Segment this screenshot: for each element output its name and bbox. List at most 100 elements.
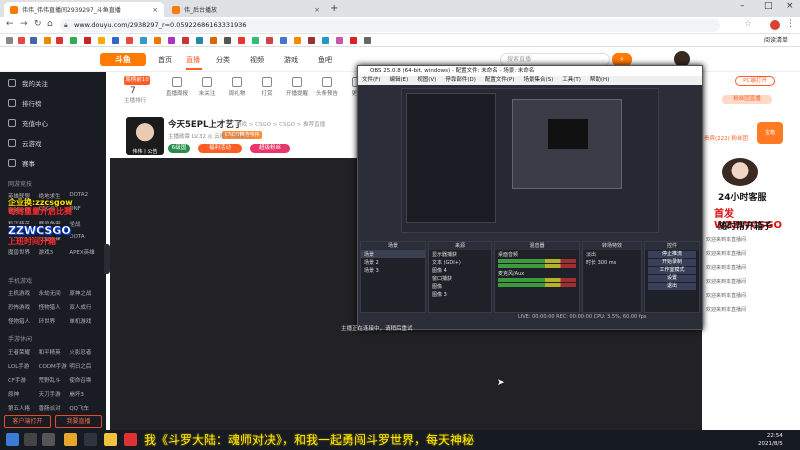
bookmark-icon[interactable] xyxy=(266,37,273,44)
game-link[interactable]: 火影忍者 xyxy=(69,348,100,356)
obs-menu-help[interactable]: 帮助(H) xyxy=(590,76,609,85)
obs-menu-docks[interactable]: 停靠部件(D) xyxy=(445,76,476,85)
bookmark-icon[interactable] xyxy=(154,37,161,44)
game-link[interactable]: 游戏3 xyxy=(39,248,70,256)
chrome-icon[interactable] xyxy=(64,433,77,446)
game-link[interactable]: 永劫无间 xyxy=(39,289,70,297)
pc-open-button[interactable]: PC端打开 xyxy=(735,76,775,86)
sidebar-item-recharge[interactable]: 充值中心 xyxy=(8,118,48,128)
url-input[interactable]: 🔒︎ www.douyu.com/2938297_r=0.05922686163… xyxy=(60,19,720,32)
obs-title-bar[interactable]: OBS 25.0.8 (64-bit, windows) - 配置文件: 未命名… xyxy=(358,66,702,76)
game-link[interactable]: 环世界 xyxy=(39,317,70,325)
bookmark-icon[interactable] xyxy=(112,37,119,44)
volume-meter[interactable] xyxy=(498,283,576,287)
sidebar-item-follow[interactable]: 我的关注 xyxy=(8,78,48,88)
nav-home[interactable]: 首页 xyxy=(158,55,172,65)
obs-menu-file[interactable]: 文件(F) xyxy=(362,76,380,85)
nav-yuba[interactable]: 鱼吧 xyxy=(318,55,332,65)
app-icon[interactable] xyxy=(124,433,137,446)
obs-menu-view[interactable]: 视图(V) xyxy=(417,76,436,85)
open-client-button[interactable]: 客户端打开 xyxy=(4,415,51,428)
close-tab-icon[interactable]: × xyxy=(152,6,158,14)
game-link[interactable]: DNF xyxy=(69,206,100,214)
new-tab-button[interactable]: + xyxy=(330,3,338,14)
go-live-button[interactable]: 我要直播 xyxy=(55,415,102,428)
game-link[interactable]: LOL手游 xyxy=(8,362,39,370)
game-link[interactable]: 和平精英 xyxy=(39,348,70,356)
obs-preview-canvas[interactable] xyxy=(401,88,659,233)
sidebar-item-esports[interactable]: 赛事 xyxy=(8,158,35,168)
bookmark-icon[interactable] xyxy=(224,37,231,44)
game-link[interactable]: 怪物猎人 xyxy=(39,303,70,311)
stop-streaming-button[interactable]: 停止推流 xyxy=(648,251,696,258)
game-link[interactable]: 魔兽世界 xyxy=(8,248,39,256)
bookmark-icon[interactable] xyxy=(182,37,189,44)
game-link[interactable]: DOTA2 xyxy=(69,192,100,200)
star-icon[interactable]: ☆ xyxy=(744,19,752,29)
maximize-icon[interactable]: □ xyxy=(764,1,773,11)
task-view-icon[interactable] xyxy=(42,433,55,446)
tool-weekly[interactable]: 直播周报 xyxy=(164,77,190,97)
game-link[interactable]: DOTA xyxy=(69,234,100,242)
tool-tip[interactable]: 打赏 xyxy=(254,77,280,97)
game-link[interactable]: 逆战 xyxy=(69,220,100,228)
bookmark-icon[interactable] xyxy=(308,37,315,44)
source-item[interactable]: 图像 xyxy=(429,282,491,290)
rank-label[interactable]: 主播排行 xyxy=(124,96,146,104)
start-recording-button[interactable]: 开始录制 xyxy=(648,259,696,266)
obs-window[interactable]: OBS 25.0.8 (64-bit, windows) - 配置文件: 未命名… xyxy=(357,65,703,330)
bookmark-icon[interactable] xyxy=(84,37,91,44)
game-link[interactable]: 原神 xyxy=(8,390,39,398)
source-item[interactable]: 显示器捕获 xyxy=(429,250,491,258)
game-link[interactable]: 王者荣耀 xyxy=(8,348,39,356)
scene-item[interactable]: 场景 3 xyxy=(361,266,425,274)
game-link[interactable]: CODM手游 xyxy=(39,362,70,370)
exit-button[interactable]: 退出 xyxy=(648,283,696,290)
game-link[interactable]: 双人成行 xyxy=(69,303,100,311)
start-icon[interactable] xyxy=(6,433,19,446)
bookmark-icon[interactable] xyxy=(168,37,175,44)
scene-item[interactable]: 场景 2 xyxy=(361,258,425,266)
tool-headline[interactable]: 头条预告 xyxy=(314,77,340,97)
bookmark-icon[interactable] xyxy=(280,37,287,44)
back-icon[interactable]: ← xyxy=(6,19,14,29)
game-link[interactable]: QQ飞车 xyxy=(69,404,100,412)
volume-meter[interactable] xyxy=(498,278,576,282)
level-pill[interactable]: 6级国 xyxy=(168,144,190,153)
nav-video[interactable]: 视频 xyxy=(250,55,264,65)
bookmark-icon[interactable] xyxy=(140,37,147,44)
game-link[interactable]: 主机游戏 xyxy=(8,289,39,297)
source-item[interactable]: 文本 (GDI+) xyxy=(429,258,491,266)
game-link[interactable]: 荒野乱斗 xyxy=(39,376,70,384)
transition-duration[interactable]: 时长 300 ms xyxy=(583,258,641,266)
bookmark-icon[interactable] xyxy=(30,37,37,44)
nav-category[interactable]: 分类 xyxy=(216,55,230,65)
room-category-breadcrumb[interactable]: 游戏 > CSGO > CSGO > 推荐直播 xyxy=(236,120,325,128)
sidebar-item-cloud-game[interactable]: 云游戏 xyxy=(8,138,42,148)
game-link[interactable]: 香肠派对 xyxy=(39,404,70,412)
close-window-icon[interactable]: × xyxy=(786,1,794,11)
scene-item[interactable]: 场景 xyxy=(361,250,425,258)
nav-live[interactable]: 直播 xyxy=(186,55,200,65)
game-link[interactable]: CF手游 xyxy=(8,376,39,384)
forward-icon[interactable]: → xyxy=(20,19,28,29)
volume-meter[interactable] xyxy=(498,259,576,263)
reading-list[interactable]: 阅读清单 xyxy=(764,35,788,44)
sidebar-item-rank[interactable]: 排行榜 xyxy=(8,98,42,108)
minimize-icon[interactable]: – xyxy=(740,1,745,11)
close-tab-icon[interactable]: × xyxy=(314,6,320,14)
transition-select[interactable]: 淡出 xyxy=(583,250,641,258)
bookmark-icon[interactable] xyxy=(322,37,329,44)
bookmark-icon[interactable] xyxy=(56,37,63,44)
bookmark-icon[interactable] xyxy=(364,37,371,44)
reload-icon[interactable]: ↻ xyxy=(34,19,42,29)
game-link[interactable]: 明日之后 xyxy=(69,362,100,370)
bookmark-icon[interactable] xyxy=(126,37,133,44)
tab-backstage[interactable]: 伟_后台播放 × xyxy=(166,2,326,17)
obs-menu-profile[interactable]: 配置文件(P) xyxy=(485,76,515,85)
source-item[interactable]: 图像 3 xyxy=(429,290,491,298)
folder-icon[interactable] xyxy=(104,433,117,446)
game-link[interactable]: APEX英雄 xyxy=(69,248,100,256)
game-link[interactable]: 第五人格 xyxy=(8,404,39,412)
bookmark-icon[interactable] xyxy=(18,37,25,44)
